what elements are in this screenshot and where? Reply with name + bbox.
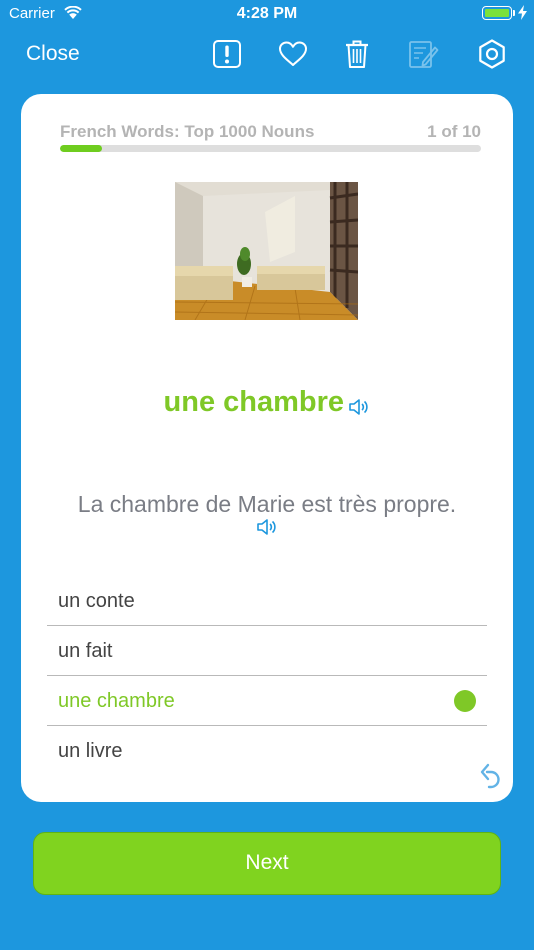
word-speaker-icon[interactable] [348, 398, 370, 416]
answer-option-label: un conte [58, 590, 135, 612]
answer-option[interactable]: un fait [47, 626, 487, 676]
progress-bar [60, 145, 481, 152]
edit-icon[interactable] [407, 38, 439, 70]
target-word-row: une chambre [21, 386, 513, 419]
status-bar: Carrier 4:28 PM [0, 0, 534, 28]
answer-option[interactable]: un conte [47, 576, 487, 626]
example-sentence: La chambre de Marie est très propre. [77, 491, 457, 517]
word-image [175, 182, 358, 320]
progress-bar-fill [60, 145, 103, 152]
correct-indicator-dot [454, 690, 476, 712]
target-word: une chambre [163, 386, 345, 418]
report-icon[interactable] [211, 38, 243, 70]
close-button[interactable]: Close [26, 42, 80, 66]
sentence-speaker-icon[interactable] [256, 518, 278, 536]
flashcard: French Words: Top 1000 Nouns 1 of 10 une… [21, 94, 513, 802]
answer-option-label: un livre [58, 740, 123, 762]
trash-icon[interactable] [341, 38, 373, 70]
answer-option-label: une chambre [58, 690, 175, 712]
answer-option[interactable]: un livre [47, 726, 487, 775]
battery-icon [482, 6, 512, 20]
status-time: 4:28 PM [236, 5, 298, 22]
settings-icon[interactable] [476, 38, 508, 70]
nav-bar: Close [0, 28, 534, 84]
heart-icon[interactable] [277, 38, 309, 70]
set-title: French Words: Top 1000 Nouns [60, 122, 315, 141]
progress-count: 1 of 10 [427, 122, 481, 141]
answer-option-correct[interactable]: une chambre [47, 676, 487, 726]
undo-icon[interactable] [479, 762, 503, 790]
next-button[interactable]: Next [33, 832, 501, 895]
answer-options: un conte un fait une chambre un livre [47, 576, 487, 775]
charging-bolt-icon [518, 5, 527, 20]
answer-option-label: un fait [58, 640, 113, 662]
